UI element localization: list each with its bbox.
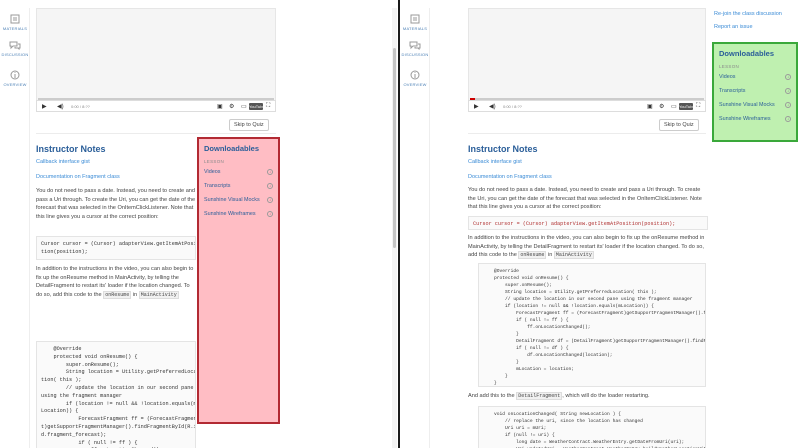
download-wireframes[interactable]: Sunshine Wireframes ↓ [204, 211, 273, 218]
download-visual-mocks[interactable]: Sunshine Visual Mocks ↓ [204, 197, 273, 204]
sidebar-nav: MATERIALS DISCUSSION OVERVIEW [400, 8, 430, 448]
download-icon: ↓ [267, 211, 273, 217]
materials-icon [10, 14, 20, 24]
sidebar-item-label: MATERIALS [2, 26, 28, 31]
download-transcripts[interactable]: Transcripts ↓ [719, 88, 791, 95]
download-videos[interactable]: Videos ↓ [719, 74, 791, 81]
download-transcripts[interactable]: Transcripts ↓ [204, 183, 273, 190]
sidebar-item-discussion[interactable]: DISCUSSION [0, 40, 30, 57]
downloadables-panel: Downloadables LESSON Videos ↓ Transcripts… [197, 137, 280, 424]
instructor-notes-title: Instructor Notes [36, 144, 106, 154]
callback-gist-link[interactable]: Callback interface gist [468, 159, 522, 165]
youtube-logo[interactable]: YouTube [249, 103, 265, 110]
fullscreen-icon[interactable]: ⛶ [266, 103, 270, 110]
sidebar-nav: MATERIALS DISCUSSION OVERVIEW [0, 8, 30, 448]
settings-icon[interactable]: ⚙ [659, 103, 664, 110]
download-videos[interactable]: Videos ↓ [204, 169, 273, 176]
right-pane: MATERIALS DISCUSSION OVERVIEW Re-join th… [400, 0, 800, 448]
sidebar-item-label: DISCUSSION [401, 52, 429, 57]
skip-to-quiz-button[interactable]: Skip to Quiz [229, 119, 269, 131]
overview-icon [10, 70, 20, 80]
download-icon: ↓ [785, 102, 791, 108]
materials-icon [410, 14, 420, 24]
download-wireframes[interactable]: Sunshine Wireframes ↓ [719, 116, 791, 123]
download-icon: ↓ [785, 88, 791, 94]
sidebar-item-materials[interactable]: MATERIALS [0, 14, 30, 31]
code-block-cursor: Cursor cursor = (Cursor) adapterView.get… [36, 236, 196, 260]
fullscreen-icon[interactable]: ⛶ [696, 103, 700, 110]
video-player[interactable] [36, 8, 276, 111]
volume-icon[interactable]: ◀) [57, 103, 64, 110]
watch-later-icon[interactable]: ▭ [671, 103, 677, 110]
discussion-icon [9, 41, 21, 50]
sidebar-item-label: OVERVIEW [403, 82, 427, 87]
video-player[interactable] [468, 8, 706, 111]
code-block-onresume: @Override protected void onResume() { su… [36, 341, 196, 448]
code-block-onresume: @Override protected void onResume() { su… [478, 263, 706, 387]
scrollbar-thumb[interactable] [393, 48, 396, 248]
video-time: 0:00 / 8:?? [71, 104, 90, 109]
callback-gist-link[interactable]: Callback interface gist [36, 159, 90, 165]
download-icon: ↓ [785, 74, 791, 80]
sidebar-item-materials[interactable]: MATERIALS [400, 14, 430, 31]
rejoin-discussion-link[interactable]: Re-join the class discussion [714, 11, 782, 17]
play-icon[interactable]: ▶ [42, 103, 47, 110]
left-pane: MATERIALS DISCUSSION OVERVIEW ▶ ◀) 0:00 … [0, 0, 400, 448]
sidebar-item-discussion[interactable]: DISCUSSION [400, 40, 430, 57]
download-icon: ↓ [267, 183, 273, 189]
scrollbar[interactable] [392, 8, 397, 448]
volume-icon[interactable]: ◀) [489, 103, 496, 110]
overview-icon [410, 70, 420, 80]
code-block-cursor: Cursor cursor = (Cursor) adapterView.get… [468, 216, 708, 230]
downloadables-title: Downloadables [204, 144, 260, 153]
sidebar-item-label: MATERIALS [402, 26, 428, 31]
captions-icon[interactable]: ▣ [647, 103, 653, 110]
video-time: 0:00 / 8:?? [503, 104, 522, 109]
video-controls: ▶ ◀) 0:00 / 8:?? ▣ ⚙ ▭ YouTube ⛶ [36, 100, 276, 112]
divider [468, 133, 706, 134]
fragment-docs-link[interactable]: Documentation on Fragment class [468, 174, 552, 180]
download-icon: ↓ [267, 169, 273, 175]
code-block-onlocationchanged: void onLocationChanged( String newLocati… [478, 406, 706, 448]
downloadables-panel: Downloadables LESSON Videos ↓ Transcripts… [712, 42, 798, 142]
downloadables-title: Downloadables [719, 49, 775, 58]
fragment-docs-link[interactable]: Documentation on Fragment class [36, 174, 120, 180]
sidebar-item-label: OVERVIEW [3, 82, 27, 87]
settings-icon[interactable]: ⚙ [229, 103, 234, 110]
watch-later-icon[interactable]: ▭ [241, 103, 247, 110]
captions-icon[interactable]: ▣ [217, 103, 223, 110]
sidebar-item-overview[interactable]: OVERVIEW [400, 70, 430, 87]
discussion-icon [409, 41, 421, 50]
notes-paragraph-1: You do not need to pass a date. Instead,… [36, 188, 196, 220]
divider [36, 133, 276, 134]
notes-paragraph-2: In addition to the instructions in the v… [36, 266, 194, 299]
report-issue-link[interactable]: Report an issue [714, 24, 753, 30]
sidebar-item-label: DISCUSSION [1, 52, 29, 57]
sidebar-item-overview[interactable]: OVERVIEW [0, 70, 30, 87]
download-icon: ↓ [785, 116, 791, 122]
play-icon[interactable]: ▶ [474, 103, 479, 110]
download-visual-mocks[interactable]: Sunshine Visual Mocks ↓ [719, 102, 791, 109]
downloadables-section: LESSON [204, 159, 225, 164]
download-icon: ↓ [267, 197, 273, 203]
youtube-logo[interactable]: YouTube [679, 103, 695, 110]
video-controls: ▶ ◀) 0:00 / 8:?? ▣ ⚙ ▭ YouTube ⛶ [468, 100, 706, 112]
skip-to-quiz-button[interactable]: Skip to Quiz [659, 119, 699, 131]
downloadables-section: LESSON [719, 64, 740, 69]
notes-paragraph-2: In addition to the instructions in the v… [468, 235, 705, 259]
instructor-notes-title: Instructor Notes [468, 144, 538, 154]
notes-paragraph-1: You do not need to pass a date. Instead,… [468, 187, 702, 210]
notes-paragraph-3: And add this to the DetailFragment, whic… [468, 392, 650, 400]
